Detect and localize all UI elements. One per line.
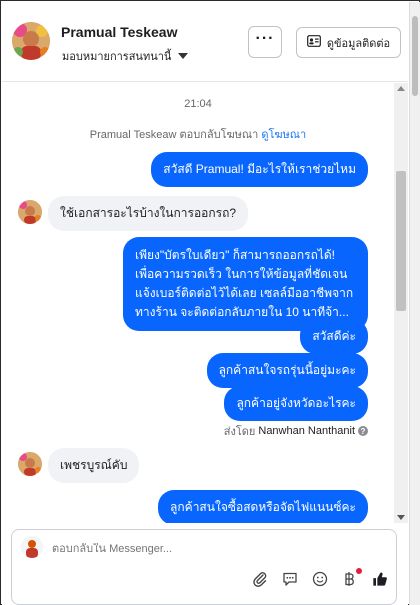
- message-scrollbar[interactable]: [394, 83, 408, 523]
- composer-toolbar: [252, 568, 388, 587]
- messenger-window: Pramual Teskeaw มอบหมายการสนทนานี้ ··· ด…: [0, 0, 420, 605]
- scroll-up-arrow-icon[interactable]: [397, 86, 405, 91]
- sent-by-label: ส่งโดย: [223, 426, 256, 438]
- view-contact-label: ดูข้อมูลติดต่อ: [326, 37, 391, 50]
- chat-bubble-icon[interactable]: [282, 571, 298, 587]
- scrollbar-thumb[interactable]: [396, 171, 406, 311]
- more-options-button[interactable]: ···: [248, 26, 282, 58]
- contact-avatar[interactable]: [12, 22, 50, 60]
- sent-by-name: Nanwhan Nanthanit: [258, 425, 355, 437]
- caret-down-icon: [178, 53, 189, 59]
- window-scrollbar[interactable]: [409, 2, 420, 605]
- contact-name[interactable]: Pramual Teskeaw: [61, 24, 177, 40]
- message-bubble-outgoing[interactable]: ลูกค้าสนใจซื้อสดหรือจัดไฟแนนซ์คะ: [158, 490, 368, 523]
- timestamp: 21:04: [184, 98, 212, 110]
- thumbs-up-icon[interactable]: [372, 571, 388, 587]
- message-bubble-outgoing[interactable]: สวัสดี Pramual! มีอะไรให้เราช่วยไหม: [151, 152, 368, 187]
- page-avatar: [21, 536, 43, 558]
- contact-card-icon: [306, 35, 321, 50]
- contact-avatar-small: [18, 200, 42, 224]
- composer-box: [11, 529, 397, 605]
- reply-input[interactable]: [52, 543, 372, 555]
- view-ad-link[interactable]: ดูโฆษณา: [261, 129, 306, 141]
- paperclip-icon[interactable]: [252, 571, 268, 587]
- sent-by-note: ส่งโดย Nanwhan Nanthanit ?: [224, 422, 368, 440]
- baht-icon[interactable]: [342, 568, 362, 587]
- composer: [2, 523, 408, 605]
- ad-reply-text: Pramual Teskeaw ตอบกลับโฆษณา: [89, 129, 259, 141]
- message-bubble-incoming[interactable]: ใช้เอกสารอะไรบ้างในการออกรถ?: [48, 196, 249, 231]
- notification-dot: [356, 568, 362, 574]
- assign-label: มอบหมายการสนทนานี้: [62, 51, 172, 63]
- contact-avatar-small: [18, 452, 42, 476]
- scroll-down-arrow-icon[interactable]: [397, 515, 405, 520]
- message-bubble-outgoing[interactable]: สวัสดีค่ะ: [300, 319, 368, 354]
- view-contact-button[interactable]: ดูข้อมูลติดต่อ: [296, 27, 401, 58]
- assign-conversation-dropdown[interactable]: มอบหมายการสนทนานี้: [62, 47, 189, 65]
- question-icon[interactable]: ?: [358, 426, 368, 436]
- smiley-icon[interactable]: [312, 571, 328, 587]
- message-bubble-outgoing[interactable]: ลูกค้าสนใจรถรุ่นนี้อยู่มะคะ: [206, 353, 368, 388]
- more-icon: ···: [255, 30, 275, 47]
- window-scrollbar-thumb[interactable]: [412, 16, 418, 96]
- message-list: 21:04 Pramual Teskeaw ตอบกลับโฆษณา ดูโฆษ…: [2, 83, 394, 523]
- ad-reply-note: Pramual Teskeaw ตอบกลับโฆษณา ดูโฆษณา: [2, 125, 394, 143]
- message-bubble-incoming[interactable]: เพชรบูรณ์คับ: [48, 448, 140, 483]
- message-bubble-outgoing[interactable]: เพียง"บัตรใบเดียว" ก็สามารถออกรถได้! เพื…: [123, 237, 368, 331]
- message-bubble-outgoing[interactable]: ลูกค้าอยู่จังหวัดอะไรคะ: [224, 386, 368, 421]
- conversation-header: Pramual Teskeaw มอบหมายการสนทนานี้ ··· ด…: [2, 2, 408, 82]
